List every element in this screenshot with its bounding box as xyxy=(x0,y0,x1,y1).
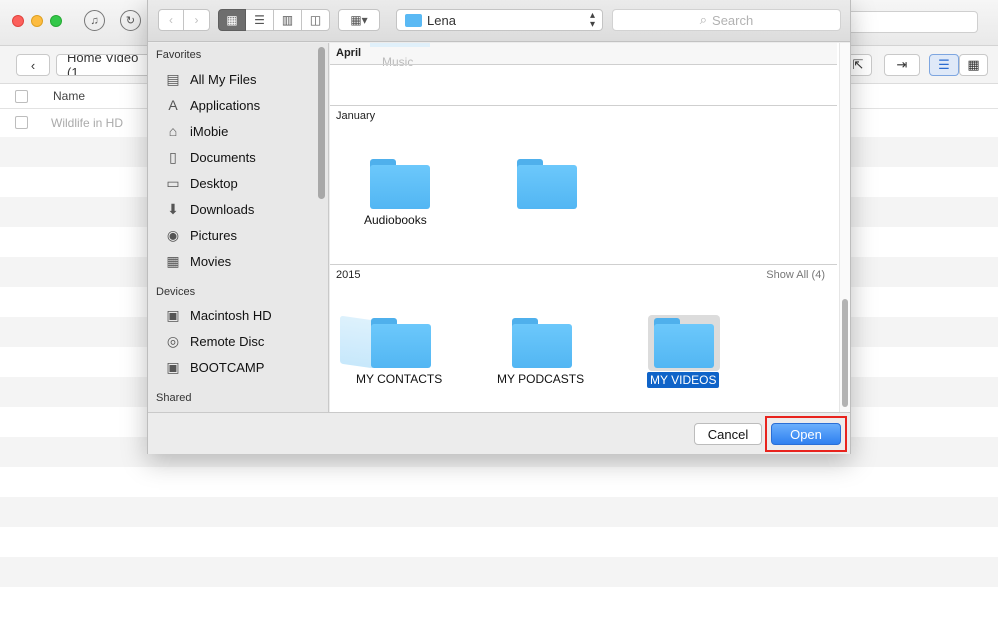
back-button[interactable]: ‹ xyxy=(16,54,50,76)
row-checkbox[interactable] xyxy=(15,116,28,129)
list-view-button[interactable]: ☰ xyxy=(246,9,274,31)
group-header-2015: 2015 Show All (4) xyxy=(336,269,825,281)
row-stripe xyxy=(0,557,998,587)
folder-label-my-contacts[interactable]: MY CONTACTS xyxy=(356,372,442,386)
cover-flow-button[interactable]: ◫ xyxy=(302,9,330,31)
grid-view-icon: ▦ xyxy=(967,57,980,72)
chevron-left-icon: ‹ xyxy=(169,13,173,27)
search-placeholder: Search xyxy=(712,12,754,28)
column-name-header[interactable]: Name xyxy=(53,89,85,103)
show-all-link[interactable]: Show All (4) xyxy=(766,269,825,281)
home-icon: ⌂ xyxy=(168,123,178,139)
import-icon: ⇱ xyxy=(852,57,864,72)
folder-audiobooks[interactable] xyxy=(517,159,577,209)
folder-my-podcasts[interactable] xyxy=(512,318,572,368)
sidebar-section-shared: Shared xyxy=(156,392,192,404)
sidebar-section-favorites: Favorites xyxy=(156,49,202,61)
sidebar-item-macintosh-hd[interactable]: ▣ Macintosh HD xyxy=(164,304,271,326)
open-button-highlight-box xyxy=(765,416,847,452)
music-note-icon[interactable]: ♫ xyxy=(84,10,105,31)
sidebar-item-remote-disc[interactable]: ◎ Remote Disc xyxy=(164,330,265,352)
folder-icon xyxy=(512,324,572,368)
search-input[interactable]: ⌕ Search xyxy=(612,9,841,31)
cover-flow-icon: ◫ xyxy=(309,13,322,27)
open-file-dialog: ‹ › ▦ ☰ ▥ ◫ ▦▾ Lena ▴ ▾ ⌕ Search Favorit… xyxy=(147,0,851,454)
all-files-icon: ▤ xyxy=(166,70,180,87)
folder-label-music[interactable]: Music xyxy=(382,55,413,69)
sidebar-item-documents[interactable]: ▯ Documents xyxy=(164,146,256,168)
camera-icon: ◉ xyxy=(166,226,180,243)
folder-label-audiobooks[interactable]: Audiobooks xyxy=(364,213,427,227)
path-label: Lena xyxy=(427,13,456,28)
group-header-january: January xyxy=(336,110,376,122)
document-icon xyxy=(340,315,374,369)
background-search-field[interactable] xyxy=(830,11,978,33)
dialog-toolbar: ‹ › ▦ ☰ ▥ ◫ ▦▾ Lena ▴ ▾ ⌕ Search xyxy=(148,0,850,42)
sidebar-item-desktop[interactable]: ▭ Desktop xyxy=(164,172,237,194)
arrange-menu-button[interactable]: ▦▾ xyxy=(338,9,380,31)
folder-my-videos[interactable] xyxy=(654,318,714,368)
column-view-button[interactable]: ▥ xyxy=(274,9,302,31)
desktop-icon: ▭ xyxy=(166,174,180,191)
path-popup[interactable]: Lena ▴ ▾ xyxy=(396,9,603,31)
folder-icon xyxy=(654,324,714,368)
list-view-icon: ☰ xyxy=(938,57,950,72)
grid-view-button[interactable]: ▦ xyxy=(959,54,988,76)
sidebar-item-pictures[interactable]: ◉ Pictures xyxy=(164,224,237,246)
folder-icon xyxy=(370,165,430,209)
dialog-footer: Cancel Open xyxy=(148,412,850,454)
hard-drive-icon: ▣ xyxy=(166,358,180,375)
sidebar-item-imobie[interactable]: ⌂ iMobie xyxy=(164,120,229,142)
row-name: Wildlife in HD xyxy=(51,116,124,130)
zoom-window-button[interactable] xyxy=(50,15,62,27)
folder-icon xyxy=(370,43,430,47)
column-view-icon: ▥ xyxy=(281,13,294,27)
sidebar-item-applications[interactable]: A Applications xyxy=(164,94,260,116)
folder-icon xyxy=(371,324,431,368)
select-all-checkbox[interactable] xyxy=(15,90,28,103)
group-divider xyxy=(330,64,837,65)
applications-icon: A xyxy=(168,97,178,113)
folder-icon xyxy=(517,165,577,209)
row-stripe xyxy=(0,497,998,527)
sidebar: Favorites ▤ All My Files A Applications … xyxy=(148,43,329,412)
folder-my-contacts[interactable] xyxy=(371,318,431,368)
folder-icon xyxy=(405,14,422,27)
sidebar-item-bootcamp[interactable]: ▣ BOOTCAMP xyxy=(164,356,264,378)
close-window-button[interactable] xyxy=(12,15,24,27)
sidebar-item-movies[interactable]: ▦ Movies xyxy=(164,250,231,272)
folder-label-my-videos[interactable]: MY VIDEOS xyxy=(647,372,720,388)
documents-icon: ▯ xyxy=(169,148,177,165)
sidebar-scrollbar[interactable] xyxy=(318,47,325,199)
list-view-icon: ☰ xyxy=(254,13,265,27)
disc-icon: ◎ xyxy=(166,332,180,349)
nav-forward-button[interactable]: › xyxy=(184,9,210,31)
list-view-button[interactable]: ☰ xyxy=(929,54,959,76)
hard-drive-icon: ▣ xyxy=(166,306,180,323)
cancel-button[interactable]: Cancel xyxy=(694,423,762,445)
icon-view-button[interactable]: ▦ xyxy=(218,9,246,31)
export-button[interactable]: ⇥ xyxy=(884,54,920,76)
arrange-icon: ▦▾ xyxy=(350,13,368,27)
sidebar-section-devices: Devices xyxy=(156,286,196,298)
refresh-icon[interactable]: ↻ xyxy=(120,10,141,31)
content-scrollbar[interactable] xyxy=(842,299,848,407)
icon-view-icon: ▦ xyxy=(226,13,238,27)
film-icon: ▦ xyxy=(166,252,180,269)
export-icon: ⇥ xyxy=(896,57,908,72)
folder-audiobooks-icon[interactable] xyxy=(370,159,430,209)
search-icon: ⌕ xyxy=(699,12,708,27)
updown-arrows-icon: ▴ ▾ xyxy=(589,10,595,30)
file-browser-content: April Music January Audiobooks 2015 Show… xyxy=(330,43,850,412)
sidebar-item-all-my-files[interactable]: ▤ All My Files xyxy=(164,68,256,90)
minimize-window-button[interactable] xyxy=(31,15,43,27)
chevron-right-icon: › xyxy=(194,13,199,27)
breadcrumb[interactable]: Home Video (1 xyxy=(56,54,151,76)
chevron-left-icon: ‹ xyxy=(30,57,36,73)
folder-label-my-podcasts[interactable]: MY PODCASTS xyxy=(497,372,584,386)
downloads-icon: ⬇ xyxy=(167,200,179,217)
nav-back-button[interactable]: ‹ xyxy=(158,9,184,31)
sidebar-item-downloads[interactable]: ⬇ Downloads xyxy=(164,198,254,220)
